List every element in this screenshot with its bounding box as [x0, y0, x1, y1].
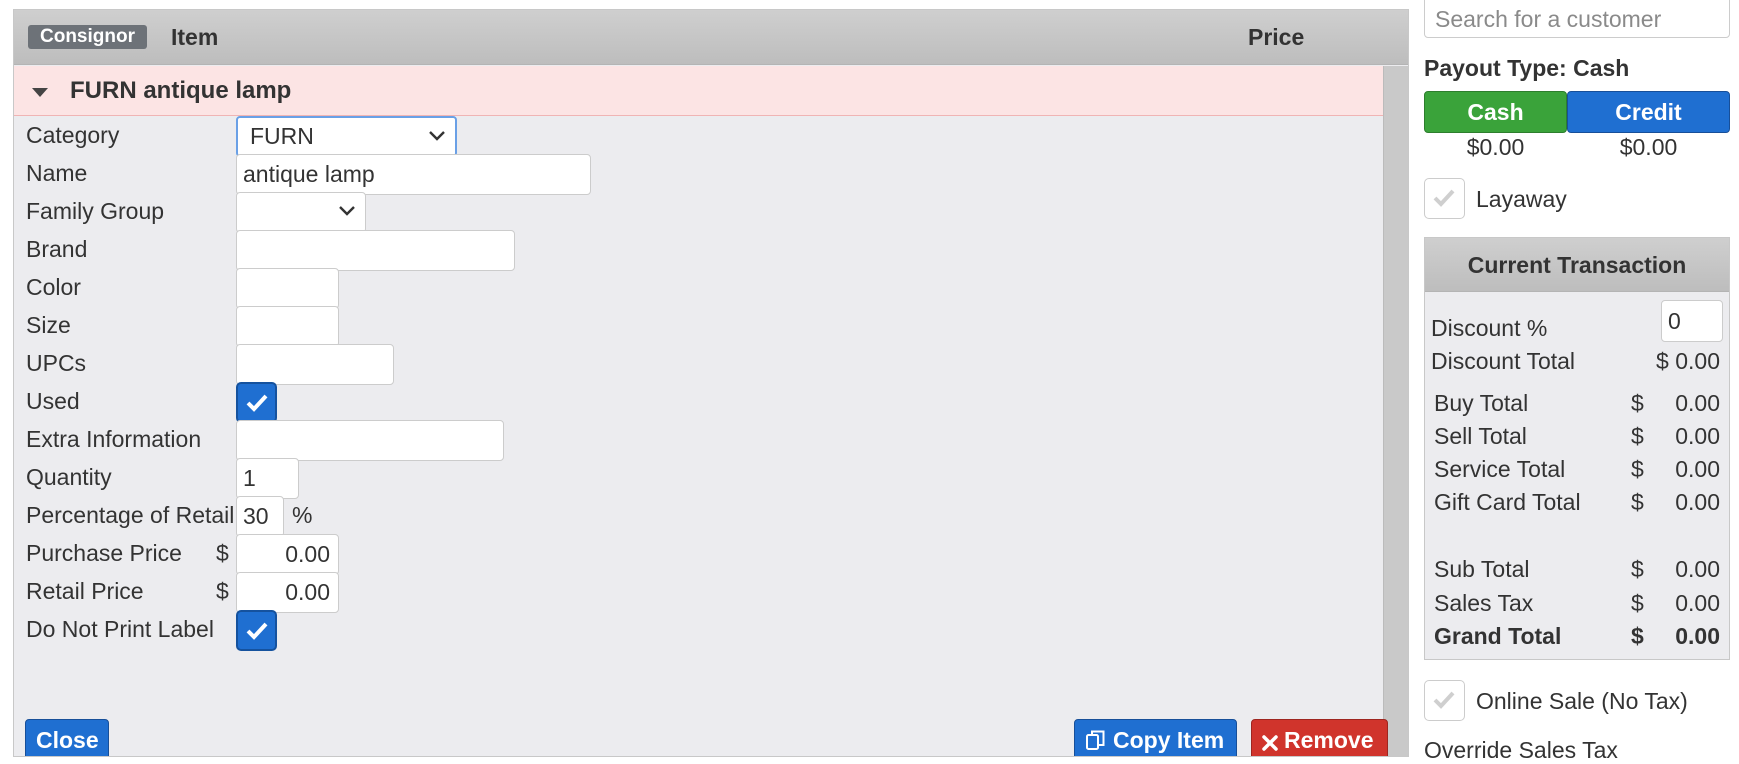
discount-pct-label: Discount %	[1431, 315, 1548, 341]
credit-payout-button[interactable]: Credit	[1567, 91, 1730, 133]
current-transaction-title: Current Transaction	[1425, 238, 1729, 292]
brand-input[interactable]	[236, 230, 515, 271]
item-title: FURN antique lamp	[70, 77, 292, 104]
retail-price-label: Retail Price	[26, 578, 144, 604]
customer-search-input[interactable]	[1424, 0, 1730, 38]
checkmark-icon	[246, 622, 268, 640]
panel-header: Consignor Item Price	[14, 10, 1408, 65]
grand-total-label: Grand Total	[1434, 623, 1562, 649]
checkmark-icon	[246, 394, 268, 412]
percent-suffix: %	[292, 502, 313, 528]
gift-card-total-label: Gift Card Total	[1434, 489, 1581, 515]
used-label: Used	[26, 388, 80, 414]
retail-price-input[interactable]: 0.00	[236, 572, 339, 613]
current-transaction-panel: Current Transaction Discount % 0 Discoun…	[1424, 237, 1730, 660]
quantity-label: Quantity	[26, 464, 112, 490]
do-not-print-label-checkbox[interactable]	[236, 610, 277, 651]
size-label: Size	[26, 312, 71, 338]
used-checkbox[interactable]	[236, 382, 277, 423]
category-select[interactable]: FURN	[236, 116, 457, 157]
sub-total-label: Sub Total	[1434, 556, 1530, 582]
percentage-of-retail-label: Percentage of Retail	[26, 502, 235, 528]
checkmark-icon	[1433, 189, 1455, 207]
item-form: Category FURN Name antique lamp Family G…	[14, 116, 1388, 756]
copy-icon	[1086, 730, 1105, 750]
chevron-down-icon	[429, 131, 445, 141]
purchase-price-currency: $	[216, 540, 229, 566]
item-row-header[interactable]: FURN antique lamp	[14, 66, 1383, 116]
name-label: Name	[26, 160, 88, 186]
upcs-label: UPCs	[26, 350, 87, 376]
payout-type-label: Payout Type: Cash	[1424, 55, 1630, 81]
remove-label: Remove	[1284, 727, 1374, 753]
discount-pct-input[interactable]: 0	[1661, 300, 1723, 342]
gift-card-total-value: 0.00	[1675, 489, 1720, 515]
service-total-value: 0.00	[1675, 456, 1720, 482]
close-button[interactable]: Close	[25, 719, 109, 756]
sales-tax-currency: $	[1631, 590, 1644, 616]
remove-button[interactable]: Remove	[1251, 719, 1388, 756]
copy-item-button[interactable]: Copy Item	[1074, 719, 1237, 756]
extra-information-input[interactable]	[236, 420, 504, 461]
chevron-down-icon	[339, 206, 355, 216]
sell-total-currency: $	[1631, 423, 1644, 449]
override-sales-tax-label: Override Sales Tax	[1424, 737, 1618, 763]
gift-card-total-currency: $	[1631, 489, 1644, 515]
retail-price-currency: $	[216, 578, 229, 604]
do-not-print-label-label: Do Not Print Label	[26, 616, 214, 642]
family-group-label: Family Group	[26, 198, 165, 224]
color-input[interactable]	[236, 268, 339, 309]
online-sale-label: Online Sale (No Tax)	[1476, 688, 1688, 714]
buy-total-value: 0.00	[1675, 390, 1720, 416]
price-column-header: Price	[1248, 24, 1305, 50]
discount-total-value: $ 0.00	[1656, 348, 1720, 374]
item-column-header: Item	[171, 24, 219, 50]
grand-total-value: 0.00	[1675, 623, 1720, 649]
consignor-badge[interactable]: Consignor	[28, 25, 147, 49]
category-value: FURN	[250, 123, 314, 149]
online-sale-checkbox[interactable]	[1424, 680, 1465, 721]
sales-tax-value: 0.00	[1675, 590, 1720, 616]
sub-total-value: 0.00	[1675, 556, 1720, 582]
grand-total-currency: $	[1631, 623, 1644, 649]
color-label: Color	[26, 274, 81, 300]
item-panel: Consignor Item Price FURN antique lamp C…	[13, 9, 1409, 757]
x-icon	[1262, 735, 1278, 751]
sell-total-label: Sell Total	[1434, 423, 1527, 449]
purchase-price-label: Purchase Price	[26, 540, 182, 566]
quantity-input[interactable]: 1	[236, 458, 299, 499]
percentage-of-retail-input[interactable]: 30	[236, 496, 284, 537]
upcs-input[interactable]	[236, 344, 394, 385]
extra-information-label: Extra Information	[26, 426, 202, 452]
category-label: Category	[26, 122, 120, 148]
sell-total-value: 0.00	[1675, 423, 1720, 449]
discount-total-label: Discount Total	[1431, 348, 1576, 374]
name-input[interactable]: antique lamp	[236, 154, 591, 195]
family-group-select[interactable]	[236, 192, 366, 233]
brand-label: Brand	[26, 236, 88, 262]
service-total-currency: $	[1631, 456, 1644, 482]
buy-total-currency: $	[1631, 390, 1644, 416]
cash-payout-button[interactable]: Cash	[1424, 91, 1567, 133]
size-input[interactable]	[236, 306, 339, 347]
credit-amount: $0.00	[1619, 134, 1678, 160]
layaway-label: Layaway	[1476, 186, 1567, 212]
sub-total-currency: $	[1631, 556, 1644, 582]
sales-tax-label: Sales Tax	[1434, 590, 1534, 616]
scrollbar[interactable]	[1383, 66, 1408, 756]
layaway-checkbox[interactable]	[1424, 178, 1465, 219]
service-total-label: Service Total	[1434, 456, 1566, 482]
caret-down-icon[interactable]	[32, 88, 48, 97]
checkmark-icon	[1433, 691, 1455, 709]
buy-total-label: Buy Total	[1434, 390, 1529, 416]
cash-amount: $0.00	[1466, 134, 1525, 160]
copy-item-label: Copy Item	[1113, 727, 1225, 753]
purchase-price-input[interactable]: 0.00	[236, 534, 339, 575]
